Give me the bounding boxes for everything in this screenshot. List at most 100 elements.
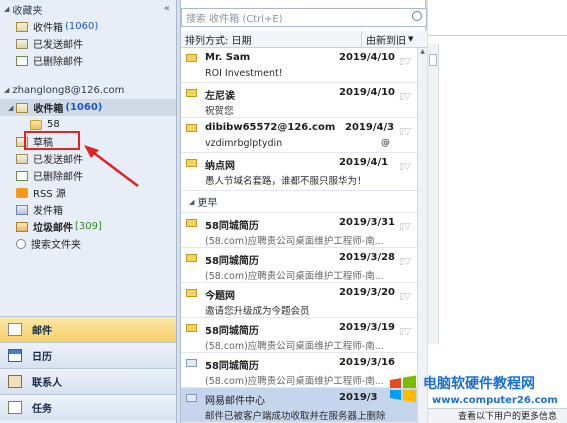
junk-icon [16,221,28,232]
message-subject: ROI Investment! [205,68,283,79]
collapse-pane-icon[interactable]: « [164,3,170,14]
folder-label: 搜索文件夹 [31,240,81,251]
message-row[interactable]: 58同城简历 2019/3/28 (58.com)应聘贵公司桌面维护工程师-南.… [181,248,417,283]
message-subject: 邀请您升级成为今题会员 [205,306,310,317]
message-subject: 祝贺您 [205,106,234,117]
collapse-triangle-icon[interactable]: ◢ [189,198,194,206]
tasks-button[interactable]: 任务 [0,394,176,420]
message-subject: (58.com)应聘贵公司桌面维护工程师-南... [205,271,384,282]
folder-label: 已删除邮件 [33,57,83,68]
scroll-up-icon[interactable]: ▲ [418,48,427,58]
sort-bar: 排列方式: 日期 由新到旧 ▼ [181,31,427,48]
folder-junk[interactable]: 垃圾邮件 [309] [0,218,176,235]
reading-scrollbar[interactable] [428,44,439,344]
group-header-earlier[interactable]: ◢ 更早 [181,191,417,213]
message-row[interactable]: Mr. Sam 2019/4/10 ROI Investment! ▯▽ [181,48,417,83]
flag-icon[interactable]: ▯▽ [399,257,411,267]
calendar-icon [8,349,22,362]
people-pane-bar[interactable]: 查看以下用户的更多信息 [428,408,567,423]
message-sender: Mr. Sam [205,52,251,63]
favorites-inbox[interactable]: 收件箱 (1060) [0,18,176,35]
favorites-header[interactable]: ◢ 收藏夹 [0,0,176,18]
mail-button[interactable]: 邮件 [0,316,176,342]
message-subject: 愚人节域名套路，谁都不服只服华为！ [205,176,367,187]
unread-envelope-icon [186,159,197,167]
message-date: 2019/4/3 [345,122,395,133]
message-sender: 58同城简历 [205,361,259,372]
message-row[interactable]: dibibw65572@126.com 2019/4/3 vzdimrbglpt… [181,118,417,153]
folder-label: 已删除邮件 [33,172,83,183]
message-sender: 纳点网 [205,161,235,172]
flag-icon[interactable]: ▯▽ [399,162,411,172]
collapse-triangle-icon[interactable]: ◢ [4,86,9,94]
unread-envelope-icon [186,89,197,97]
message-row[interactable]: 今题网 2019/3/20 邀请您升级成为今题会员 ▯▽ [181,283,417,318]
message-date: 2019/4/10 [339,52,396,63]
message-row[interactable]: 纳点网 2019/4/1 愚人节域名套路，谁都不服只服华为！ ▯▽ [181,153,417,191]
folder-outbox[interactable]: 发件箱 [0,201,176,218]
favorites-deleted[interactable]: 已删除邮件 [0,52,176,69]
account-email: zhanglong8@126.com [12,84,125,96]
search-folder-icon [16,238,26,249]
folder-label: RSS 源 [33,189,66,200]
message-row-selected[interactable]: 网易邮件中心 2019/3 邮件已被客户端成功收取并在服务器上删除 [181,388,417,423]
unread-envelope-icon [186,219,197,227]
calendar-button[interactable]: 日历 [0,342,176,368]
message-sender: dibibw65572@126.com [205,122,336,133]
watermark: 电脑软硬件教程网 www.computer26.com [388,370,567,410]
search-input[interactable]: 搜索 收件箱 (Ctrl+E) [181,8,427,27]
message-date: 2019/4/1 [339,157,389,168]
calendar-label: 日历 [32,352,52,363]
flag-icon[interactable]: ▯▽ [399,292,411,302]
navigation-pane: ◢ 收藏夹 « 收件箱 (1060) 已发送邮件 已删除邮件 ◢ zhanglo… [0,0,177,423]
collapse-triangle-icon[interactable]: ◢ [4,5,9,13]
tasks-label: 任务 [32,404,52,415]
message-subject: (58.com)应聘贵公司桌面维护工程师-南... [205,236,384,247]
message-date: 2019/3/19 [339,322,396,333]
flag-icon[interactable]: ▯▽ [399,327,411,337]
unread-envelope-icon [186,289,197,297]
folder-search[interactable]: 搜索文件夹 [0,235,176,252]
folder-label: 已发送邮件 [33,40,83,51]
attachment-icon: @ [381,138,390,148]
expand-triangle-icon[interactable]: ◢ [8,104,13,112]
tasks-icon [8,401,22,414]
folder-label: 收件箱 [33,23,63,34]
folder-icon [30,119,42,130]
sort-by-button[interactable]: 排列方式: 日期 [185,32,252,47]
unread-envelope-icon [186,54,197,62]
unread-count: (1060) [65,102,103,113]
sort-order-button[interactable]: 由新到旧 ▼ [361,31,419,47]
mail-icon [8,323,22,336]
message-row[interactable]: 58同城简历 2019/3/16 (58.com)应聘贵公司桌面维护工程师-南.… [181,353,417,388]
scroll-thumb[interactable] [429,54,437,66]
message-row[interactable]: 58同城简历 2019/3/19 (58.com)应聘贵公司桌面维护工程师-南.… [181,318,417,353]
favorites-sent[interactable]: 已发送邮件 [0,35,176,52]
message-row[interactable]: 58同城简历 2019/3/31 (58.com)应聘贵公司桌面维护工程师-南.… [181,213,417,248]
read-envelope-icon [186,394,197,402]
folder-label: 已发送邮件 [33,155,83,166]
nav-buttons: 邮件 日历 联系人 任务 [0,316,176,420]
message-sender: 今题网 [205,291,235,302]
message-sender: 网易邮件中心 [205,396,265,407]
flag-icon[interactable]: ▯▽ [399,127,411,137]
junk-count: [309] [75,221,102,232]
account-header[interactable]: ◢ zhanglong8@126.com [0,81,176,99]
account-inbox[interactable]: ◢ 收件箱 (1060) [0,99,176,116]
message-date: 2019/3 [339,392,378,403]
flag-icon[interactable]: ▯▽ [399,222,411,232]
message-row[interactable]: 左尼诶 2019/4/10 祝贺您 ▯▽ [181,83,417,118]
message-date: 2019/3/16 [339,357,396,368]
message-date: 2019/4/10 [339,87,396,98]
folder-label: 收件箱 [33,104,64,115]
message-list-pane: 搜索 收件箱 (Ctrl+E) 排列方式: 日期 由新到旧 ▼ Mr. Sam … [180,0,427,423]
message-date: 2019/3/28 [339,252,396,263]
flag-icon[interactable]: ▯▽ [399,92,411,102]
message-list-scrollbar[interactable]: ▲ [417,48,427,423]
folder-label: 发件箱 [33,206,63,217]
contacts-button[interactable]: 联系人 [0,368,176,394]
people-pane-text: 查看以下用户的更多信息 [458,412,558,422]
search-icon[interactable] [412,11,422,21]
flag-icon[interactable]: ▯▽ [399,57,411,67]
folder-label: 58 [47,119,60,130]
